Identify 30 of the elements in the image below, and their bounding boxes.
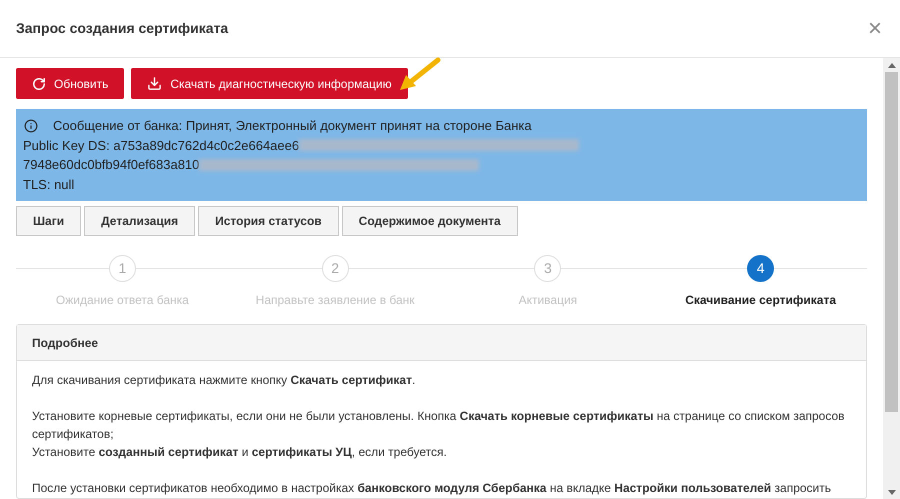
- window-title: Запрос создания сертификата: [16, 19, 228, 38]
- step-label: Скачивание сертификата: [685, 292, 836, 309]
- tab[interactable]: История статусов: [198, 206, 339, 236]
- download-button[interactable]: Скачать диагностическую информацию: [131, 68, 408, 99]
- step-number: 4: [747, 255, 774, 282]
- tab[interactable]: Шаги: [16, 206, 82, 236]
- scroll-up-icon: [888, 62, 896, 68]
- scroll-down-icon: [888, 490, 896, 494]
- instruction-paragraph: Установите корневые сертификаты, если они не были установлены. Кнопка Скачать корневые сертификаты на странице со списком запросов сертификатов; Установите созданный сертификат и сертификаты УЦ, если требуется.: [32, 408, 846, 461]
- panel-title: Подробнее: [32, 334, 98, 352]
- scroll-thumb[interactable]: [885, 72, 898, 412]
- instruction-paragraph: Для скачивания сертификата нажмите кнопку Скачать сертификат.: [32, 372, 416, 389]
- message-line: TLS: null: [23, 176, 74, 194]
- tab[interactable]: Детализация: [84, 206, 196, 236]
- message-line: 7948e60dc0bfb94f0ef683a810: [23, 156, 200, 174]
- message-line: Сообщение от банка: Принят, Электронный документ принят на стороне Банка: [53, 117, 532, 135]
- info-icon: [24, 118, 38, 133]
- step-number: 3: [534, 255, 562, 282]
- download-icon: [147, 76, 162, 91]
- instruction-paragraph: После установки сертификатов необходимо в настройках банковского модуля Сбербанка на вкладке Настройки пользователей запросить: [32, 480, 832, 497]
- refresh-button[interactable]: Обновить: [16, 68, 124, 99]
- tab[interactable]: Содержимое документа: [342, 206, 518, 236]
- step-number: 1: [108, 255, 136, 282]
- step-label: Активация: [518, 292, 578, 309]
- refresh-icon: [32, 76, 46, 90]
- message-line: Public Key DS: a753a89dc762d4c0c2e664aee6: [23, 136, 300, 155]
- step-label: Ожидание ответа банка: [56, 292, 189, 309]
- step-label: Направьте заявление в банк: [256, 292, 415, 309]
- step-number: 2: [322, 255, 349, 282]
- close-button[interactable]: ×: [868, 16, 882, 40]
